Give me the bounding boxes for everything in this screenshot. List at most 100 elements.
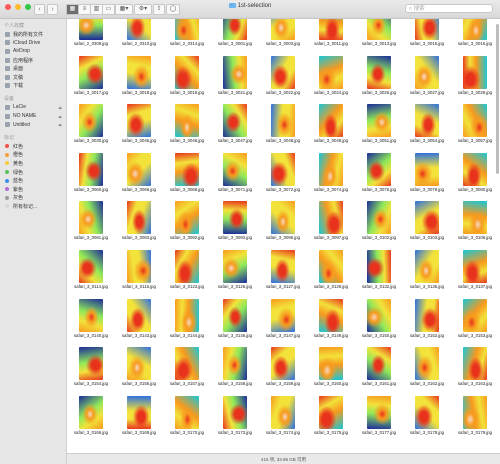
file-item[interactable]: safari_3_0170.jpg bbox=[163, 394, 211, 443]
thermal-image-thumbnail[interactable] bbox=[367, 249, 391, 283]
file-item[interactable]: safari_3_0074.jpg bbox=[307, 151, 355, 200]
thermal-image-thumbnail[interactable] bbox=[79, 395, 103, 429]
thermal-image-thumbnail[interactable] bbox=[415, 201, 439, 235]
file-item[interactable]: safari_3_0160.jpg bbox=[307, 345, 355, 394]
file-item[interactable]: safari_3_0015.jpg bbox=[403, 19, 451, 54]
file-item[interactable]: safari_3_0066.jpg bbox=[115, 151, 163, 200]
thermal-image-thumbnail[interactable] bbox=[271, 298, 295, 332]
sidebar-item[interactable]: 桌面 bbox=[0, 64, 66, 73]
file-item[interactable]: safari_3_0177.jpg bbox=[355, 394, 403, 443]
thermal-image-thumbnail[interactable] bbox=[319, 249, 343, 283]
file-item[interactable]: safari_3_0013.jpg bbox=[355, 19, 403, 54]
file-item[interactable]: safari_3_0127.jpg bbox=[259, 248, 307, 297]
sidebar-tag-item[interactable]: 灰色 bbox=[0, 194, 66, 203]
thermal-image-thumbnail[interactable] bbox=[79, 55, 103, 89]
file-item[interactable]: safari_3_0081.jpg bbox=[67, 199, 115, 248]
file-item[interactable]: safari_3_0137.jpg bbox=[451, 248, 499, 297]
thermal-image-thumbnail[interactable] bbox=[223, 298, 247, 332]
thermal-image-thumbnail[interactable] bbox=[175, 104, 199, 138]
file-item[interactable]: safari_3_0048.jpg bbox=[259, 102, 307, 151]
thermal-image-thumbnail[interactable] bbox=[415, 104, 439, 138]
file-item[interactable]: safari_3_0047.jpg bbox=[211, 102, 259, 151]
file-item[interactable]: safari_3_0158.jpg bbox=[211, 345, 259, 394]
sidebar-item[interactable]: 下载 bbox=[0, 82, 66, 91]
thermal-image-thumbnail[interactable] bbox=[319, 298, 343, 332]
thermal-image-thumbnail[interactable] bbox=[271, 395, 295, 429]
file-item[interactable]: safari_3_0083.jpg bbox=[115, 199, 163, 248]
thermal-image-thumbnail[interactable] bbox=[223, 104, 247, 138]
file-item[interactable]: safari_3_0106.jpg bbox=[451, 199, 499, 248]
thermal-image-thumbnail[interactable] bbox=[223, 201, 247, 235]
file-item[interactable]: safari_3_0149.jpg bbox=[307, 297, 355, 346]
thermal-image-thumbnail[interactable] bbox=[367, 395, 391, 429]
sidebar-item[interactable]: Untitled ⏏ bbox=[0, 120, 66, 129]
file-item[interactable]: safari_3_0129.jpg bbox=[307, 248, 355, 297]
thermal-image-thumbnail[interactable] bbox=[319, 201, 343, 235]
eject-icon[interactable]: ⏏ bbox=[58, 114, 62, 119]
file-item[interactable]: safari_3_0144.jpg bbox=[163, 297, 211, 346]
thermal-image-thumbnail[interactable] bbox=[463, 395, 487, 429]
file-item[interactable]: safari_3_0030.jpg bbox=[67, 102, 115, 151]
thermal-image-thumbnail[interactable] bbox=[463, 249, 487, 283]
thermal-image-thumbnail[interactable] bbox=[463, 19, 487, 40]
file-item[interactable]: safari_3_0016.jpg bbox=[451, 19, 499, 54]
sidebar-tag-item[interactable]: 蓝色 bbox=[0, 176, 66, 185]
thermal-image-thumbnail[interactable] bbox=[127, 249, 151, 283]
thermal-image-thumbnail[interactable] bbox=[415, 152, 439, 186]
sidebar-item[interactable]: AirDrop bbox=[0, 47, 66, 56]
file-item[interactable]: safari_3_0114.jpg bbox=[67, 248, 115, 297]
thermal-image-thumbnail[interactable] bbox=[223, 347, 247, 381]
thermal-image-thumbnail[interactable] bbox=[79, 19, 103, 40]
search-field[interactable]: ⌕ 搜索 bbox=[405, 4, 493, 13]
thermal-image-thumbnail[interactable] bbox=[79, 347, 103, 381]
file-item[interactable]: safari_3_0049.jpg bbox=[307, 102, 355, 151]
file-item[interactable]: safari_3_0162.jpg bbox=[403, 345, 451, 394]
thermal-image-thumbnail[interactable] bbox=[463, 55, 487, 89]
thermal-image-thumbnail[interactable] bbox=[127, 201, 151, 235]
file-item[interactable]: safari_3_0132.jpg bbox=[355, 248, 403, 297]
file-item[interactable]: safari_3_0054.jpg bbox=[403, 102, 451, 151]
thermal-image-thumbnail[interactable] bbox=[463, 347, 487, 381]
file-item[interactable]: safari_3_0072.jpg bbox=[259, 151, 307, 200]
thermal-image-thumbnail[interactable] bbox=[367, 55, 391, 89]
thermal-image-thumbnail[interactable] bbox=[271, 19, 295, 40]
thermal-image-thumbnail[interactable] bbox=[223, 152, 247, 186]
file-item[interactable]: safari_3_0096.jpg bbox=[259, 199, 307, 248]
file-item[interactable]: safari_2_0314.jpg bbox=[163, 19, 211, 54]
file-item[interactable]: safari_3_0029.jpg bbox=[451, 54, 499, 103]
file-item[interactable]: safari_3_0068.jpg bbox=[163, 151, 211, 200]
thermal-image-thumbnail[interactable] bbox=[175, 19, 199, 40]
thermal-image-thumbnail[interactable] bbox=[175, 249, 199, 283]
file-item[interactable]: safari_3_0166.jpg bbox=[67, 394, 115, 443]
thermal-image-thumbnail[interactable] bbox=[319, 55, 343, 89]
sidebar-item[interactable]: NO NAME ⏏ bbox=[0, 112, 66, 121]
thermal-image-thumbnail[interactable] bbox=[463, 104, 487, 138]
file-item[interactable]: safari_3_0003.jpg bbox=[259, 19, 307, 54]
file-item[interactable]: safari_3_0027.jpg bbox=[403, 54, 451, 103]
thermal-image-thumbnail[interactable] bbox=[271, 249, 295, 283]
file-item[interactable]: safari_3_0152.jpg bbox=[403, 297, 451, 346]
thermal-image-thumbnail[interactable] bbox=[463, 152, 487, 186]
file-item[interactable]: safari_3_0153.jpg bbox=[451, 297, 499, 346]
file-item[interactable]: safari_3_0026.jpg bbox=[355, 54, 403, 103]
file-item[interactable]: safari_3_0140.jpg bbox=[67, 297, 115, 346]
file-item[interactable]: safari_3_0175.jpg bbox=[307, 394, 355, 443]
file-item[interactable]: safari_3_0080.jpg bbox=[451, 151, 499, 200]
thermal-image-thumbnail[interactable] bbox=[127, 55, 151, 89]
file-item[interactable]: safari_3_0093.jpg bbox=[211, 199, 259, 248]
file-item[interactable]: safari_3_0157.jpg bbox=[163, 345, 211, 394]
thermal-image-thumbnail[interactable] bbox=[271, 55, 295, 89]
sidebar-item[interactable]: 我的所有文件 bbox=[0, 30, 66, 39]
file-item[interactable]: safari_3_0147.jpg bbox=[259, 297, 307, 346]
thermal-image-thumbnail[interactable] bbox=[319, 347, 343, 381]
file-item[interactable]: safari_3_0021.jpg bbox=[211, 54, 259, 103]
thermal-image-thumbnail[interactable] bbox=[79, 104, 103, 138]
file-item[interactable]: safari_3_0076.jpg bbox=[355, 151, 403, 200]
thermal-image-thumbnail[interactable] bbox=[175, 201, 199, 235]
file-item[interactable]: safari_3_0156.jpg bbox=[115, 345, 163, 394]
thermal-image-thumbnail[interactable] bbox=[367, 201, 391, 235]
file-item[interactable]: safari_3_0011.jpg bbox=[307, 19, 355, 54]
thermal-image-thumbnail[interactable] bbox=[223, 395, 247, 429]
file-item[interactable]: safari_3_0017.jpg bbox=[67, 54, 115, 103]
thermal-image-thumbnail[interactable] bbox=[415, 55, 439, 89]
